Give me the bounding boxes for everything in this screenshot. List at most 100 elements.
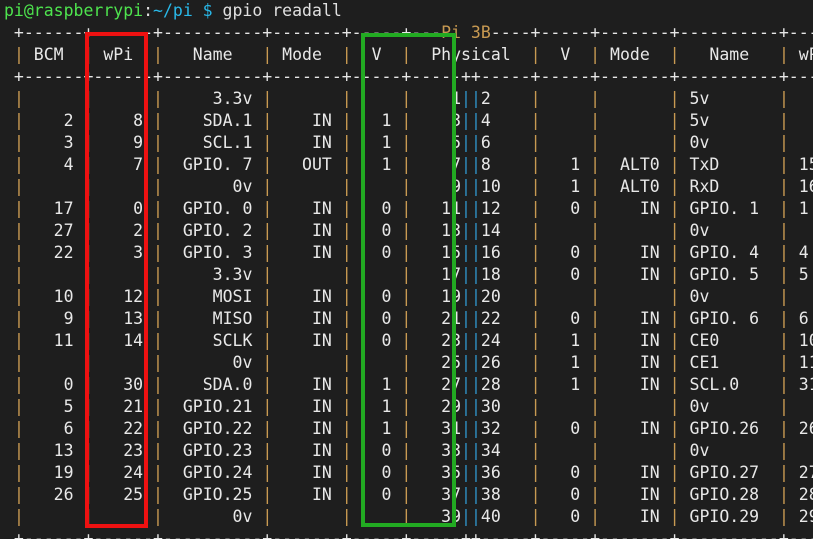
header-v: V <box>351 45 402 64</box>
table-pipe: | <box>83 199 94 218</box>
cell-physical-left: 29 <box>411 397 462 416</box>
table-pipe: | <box>590 45 601 64</box>
table-pipe: | <box>669 133 680 152</box>
table-pipe: | <box>530 199 541 218</box>
table-mid-separator: || <box>461 199 481 218</box>
table-pipe: | <box>341 485 352 504</box>
table-pipe: | <box>153 111 163 130</box>
cell-mode-right <box>600 397 670 416</box>
table-pipe: | <box>262 133 273 152</box>
cell-mode-right: IN <box>600 309 670 328</box>
cell-v: 0 <box>351 331 402 350</box>
cell-mode: IN <box>272 375 342 394</box>
cell-name-right: GPIO.27 <box>679 463 779 482</box>
cell-v-right: 1 <box>540 375 591 394</box>
table-pipe: | <box>153 309 163 328</box>
cell-name-right: TxD <box>679 155 779 174</box>
cell-bcm: 0 <box>23 375 84 394</box>
cell-v <box>352 353 402 372</box>
cell-name: GPIO. 3 <box>162 243 263 262</box>
cell-wpi-right <box>789 441 813 460</box>
table-pipe: | <box>341 309 352 328</box>
table-border-mid: -----++----- <box>411 67 531 86</box>
table-header-separator-top: +------+------+----------+-------+-----+… <box>4 66 813 88</box>
cell-physical-left: 25 <box>411 353 462 372</box>
table-row: | 26 | 25 | GPIO.25 | IN | 0 | 37||38 | … <box>4 484 813 506</box>
table-pipe: | <box>13 155 24 174</box>
cell-physical-right: 34 <box>480 441 531 460</box>
cell-name-right: 0v <box>679 397 779 416</box>
table-row: | 19 | 24 | GPIO.24 | IN | 0 | 35||36 | … <box>4 462 813 484</box>
table-pipe: | <box>778 375 789 394</box>
table-pipe: | <box>341 199 352 218</box>
cell-bcm: 13 <box>23 441 84 460</box>
cell-wpi-right <box>789 89 813 108</box>
table-mid-separator: || <box>461 243 481 262</box>
table-pipe: | <box>83 507 94 526</box>
cell-name: GPIO. 7 <box>162 155 263 174</box>
header-physical: Physical <box>411 45 531 64</box>
cell-mode: IN <box>272 309 342 328</box>
table-pipe: | <box>401 287 412 306</box>
table-pipe: | <box>262 353 273 372</box>
table-pipe: | <box>401 111 412 130</box>
cell-wpi-right: 15 <box>798 155 813 174</box>
table-pipe: | <box>341 133 352 152</box>
table-border-left: +------+------+----------+-------+-----+ <box>4 67 412 86</box>
cell-v: 1 <box>351 419 402 438</box>
table-pipe: | <box>262 309 273 328</box>
table-pipe: | <box>13 375 24 394</box>
table-pipe: | <box>530 265 541 284</box>
cell-wpi-right <box>789 111 813 130</box>
table-pipe: | <box>669 331 680 350</box>
header-mode-right: Mode <box>600 45 670 64</box>
cell-mode: OUT <box>272 155 342 174</box>
cell-wpi: 24 <box>93 463 154 482</box>
table-header-row-top: | BCM | wPi | Name | Mode | V | Physical… <box>4 44 813 66</box>
table-pipe: | <box>778 155 789 174</box>
cell-physical-right: 26 <box>480 353 531 372</box>
table-pipe: | <box>341 221 352 240</box>
cell-wpi: 21 <box>93 397 154 416</box>
cell-name: SCL.1 <box>162 133 263 152</box>
cell-v-right: 0 <box>540 507 591 526</box>
cell-wpi-right: 6 <box>798 309 809 328</box>
table-pipe: | <box>153 441 163 460</box>
cell-v: 0 <box>351 485 402 504</box>
cell-name: 0v <box>162 177 263 196</box>
table-pipe: | <box>153 199 163 218</box>
table-pipe: | <box>83 353 94 372</box>
table-pipe: | <box>262 221 273 240</box>
table-mid-separator: || <box>461 155 481 174</box>
cell-wpi-right: 28 <box>798 485 813 504</box>
table-pipe: | <box>83 221 94 240</box>
cell-bcm: 11 <box>23 331 84 350</box>
table-pipe: | <box>530 221 541 240</box>
table-pipe: | <box>83 287 94 306</box>
table-mid-separator: || <box>461 287 481 306</box>
cell-v <box>352 89 402 108</box>
table-pipe: | <box>530 155 541 174</box>
table-pipe: | <box>530 507 541 526</box>
cell-name-right: SCL.0 <box>679 375 779 394</box>
table-pipe: | <box>341 287 352 306</box>
table-pipe: | <box>13 221 24 240</box>
cell-name-right: 0v <box>679 133 779 152</box>
table-mid-separator: || <box>461 133 481 152</box>
table-pipe: | <box>401 133 412 152</box>
table-row: | 5 | 21 | GPIO.21 | IN | 1 | 29||30 | |… <box>4 396 813 418</box>
table-pipe: | <box>83 45 94 64</box>
cell-physical-right: 28 <box>480 375 531 394</box>
table-pipe: | <box>13 309 24 328</box>
table-pipe: | <box>401 397 412 416</box>
cell-name: GPIO. 0 <box>162 199 263 218</box>
cell-v-right: 1 <box>540 331 591 350</box>
table-pipe: | <box>153 265 163 284</box>
table-pipe: | <box>341 89 352 108</box>
table-pipe: | <box>530 331 541 350</box>
